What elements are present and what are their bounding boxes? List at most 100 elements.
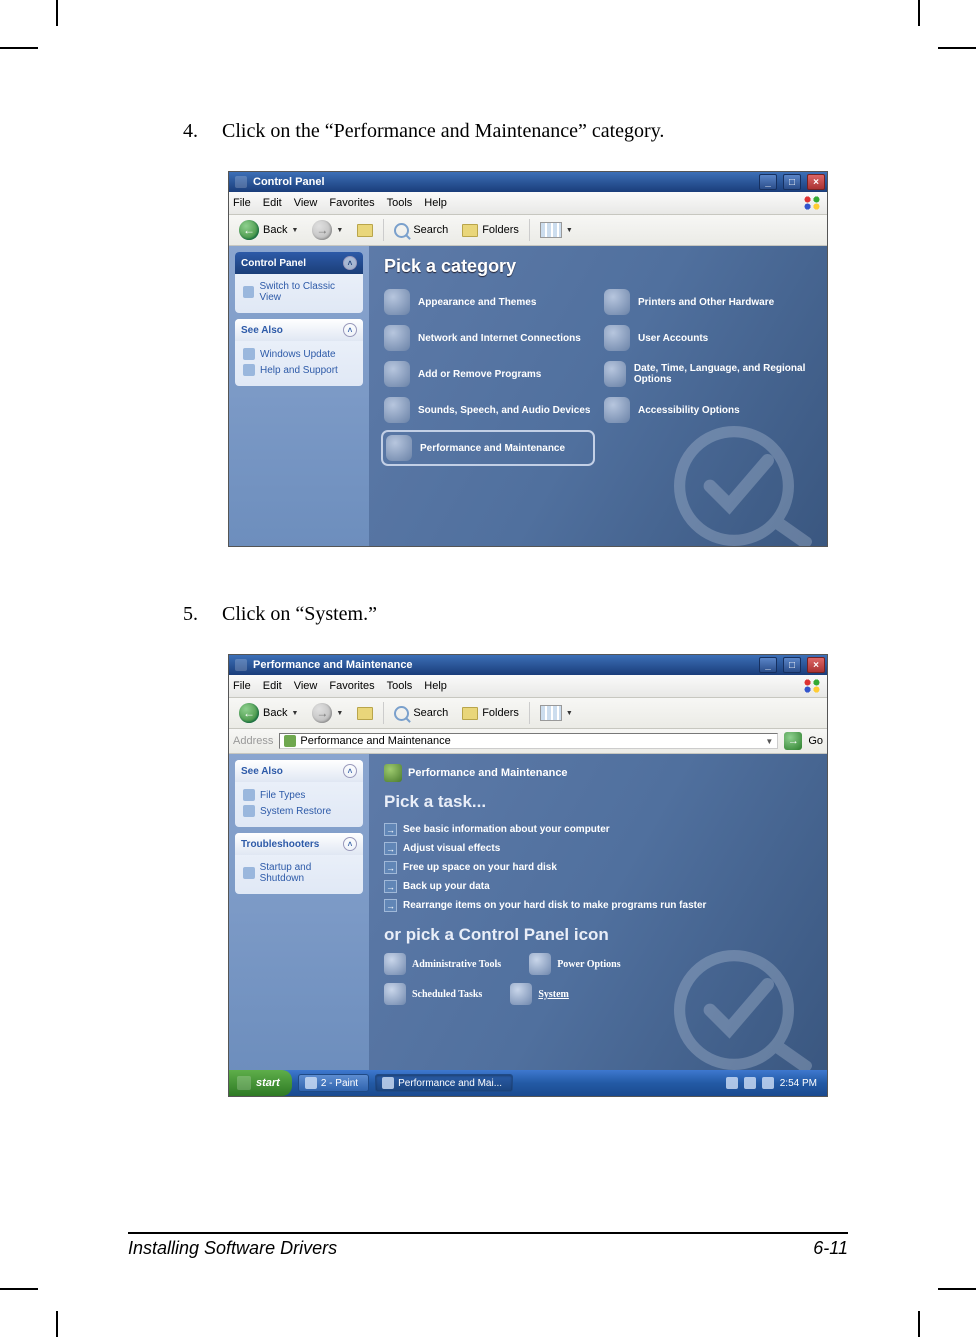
- category-add-remove-programs[interactable]: Add or Remove Programs: [384, 361, 592, 387]
- menu-help[interactable]: Help: [424, 680, 447, 692]
- panel-header[interactable]: Troubleshooters ˄: [235, 833, 363, 855]
- category-network-internet[interactable]: Network and Internet Connections: [384, 325, 592, 351]
- forward-dropdown-icon[interactable]: ▼: [336, 710, 343, 717]
- category-icon: [604, 361, 626, 387]
- content-area: See Also ˄ File Types System Restore: [229, 754, 827, 1070]
- cp-power-options[interactable]: Power Options: [529, 953, 620, 975]
- main-area: Performance and Maintenance Pick a task.…: [369, 754, 827, 1070]
- folders-button[interactable]: Folders: [458, 223, 523, 238]
- address-icon: [284, 735, 296, 747]
- search-button[interactable]: Search: [390, 222, 452, 239]
- up-button[interactable]: [353, 223, 377, 238]
- maximize-button[interactable]: □: [783, 657, 801, 673]
- task-rearrange[interactable]: →Rearrange items on your hard disk to ma…: [384, 896, 812, 915]
- file-types-link[interactable]: File Types: [243, 787, 355, 803]
- menu-help[interactable]: Help: [424, 197, 447, 209]
- back-dropdown-icon[interactable]: ▼: [291, 227, 298, 234]
- tray-icon[interactable]: [726, 1077, 738, 1089]
- menu-favorites[interactable]: Favorites: [329, 197, 374, 209]
- panel-title: Troubleshooters: [241, 839, 319, 850]
- address-label: Address: [233, 735, 273, 747]
- menu-file[interactable]: File: [233, 680, 251, 692]
- menu-view[interactable]: View: [294, 197, 318, 209]
- tray-icon[interactable]: [762, 1077, 774, 1089]
- menu-tools[interactable]: Tools: [387, 197, 413, 209]
- chevron-up-icon[interactable]: ˄: [343, 256, 357, 270]
- up-button[interactable]: [353, 706, 377, 721]
- step-5-num: 5.: [183, 603, 217, 626]
- category-icon: [604, 325, 630, 351]
- start-button[interactable]: start: [229, 1070, 292, 1096]
- views-dropdown-icon[interactable]: ▼: [566, 710, 573, 717]
- banner-icon: [384, 764, 402, 782]
- system-restore-link[interactable]: System Restore: [243, 803, 355, 819]
- separator: [529, 219, 530, 241]
- cp-system[interactable]: System: [510, 983, 569, 1005]
- views-button[interactable]: ▼: [536, 221, 577, 239]
- step-4: 4. Click on the “Performance and Mainten…: [183, 120, 848, 143]
- menu-edit[interactable]: Edit: [263, 197, 282, 209]
- category-printers-hardware[interactable]: Printers and Other Hardware: [604, 289, 812, 315]
- titlebar[interactable]: Performance and Maintenance _ □ ×: [229, 655, 827, 675]
- go-button[interactable]: →: [784, 732, 802, 750]
- menu-edit[interactable]: Edit: [263, 680, 282, 692]
- forward-button[interactable]: → ▼: [308, 219, 347, 241]
- task-free-space[interactable]: →Free up space on your hard disk: [384, 858, 812, 877]
- views-dropdown-icon[interactable]: ▼: [566, 227, 573, 234]
- panel-header[interactable]: See Also ˄: [235, 760, 363, 782]
- folders-button[interactable]: Folders: [458, 706, 523, 721]
- task-label: Back up your data: [403, 881, 490, 892]
- menu-tools[interactable]: Tools: [387, 680, 413, 692]
- minimize-button[interactable]: _: [759, 657, 777, 673]
- switch-label: Switch to Classic View: [259, 281, 355, 303]
- category-user-accounts[interactable]: User Accounts: [604, 325, 812, 351]
- back-button[interactable]: ← Back ▼: [235, 219, 302, 241]
- taskbar-item-paint[interactable]: 2 - Paint: [298, 1074, 369, 1092]
- close-button[interactable]: ×: [807, 657, 825, 673]
- crop-mark: [56, 0, 58, 26]
- panel-header[interactable]: See Also ˄: [235, 319, 363, 341]
- menubar: File Edit View Favorites Tools Help: [229, 192, 827, 215]
- taskbar-item-perf-maint[interactable]: Performance and Mai...: [375, 1074, 513, 1092]
- windows-update-link[interactable]: Windows Update: [243, 346, 355, 362]
- minimize-button[interactable]: _: [759, 174, 777, 190]
- forward-dropdown-icon[interactable]: ▼: [336, 227, 343, 234]
- category-appearance-themes[interactable]: Appearance and Themes: [384, 289, 592, 315]
- chevron-up-icon[interactable]: ˄: [343, 323, 357, 337]
- tray-icon[interactable]: [744, 1077, 756, 1089]
- panel-header[interactable]: Control Panel ˄: [235, 252, 363, 274]
- help-support-link[interactable]: Help and Support: [243, 362, 355, 378]
- chevron-up-icon[interactable]: ˄: [343, 764, 357, 778]
- address-dropdown-icon[interactable]: ▼: [765, 737, 773, 746]
- category-icon: [384, 325, 410, 351]
- back-dropdown-icon[interactable]: ▼: [291, 710, 298, 717]
- arrow-icon: →: [384, 880, 397, 893]
- cp-scheduled-tasks[interactable]: Scheduled Tasks: [384, 983, 482, 1005]
- menu-favorites[interactable]: Favorites: [329, 680, 374, 692]
- search-button[interactable]: Search: [390, 705, 452, 722]
- task-see-basic-info[interactable]: →See basic information about your comput…: [384, 820, 812, 839]
- link-icon: [243, 867, 255, 879]
- back-button[interactable]: ← Back ▼: [235, 702, 302, 724]
- cp-admin-tools[interactable]: Administrative Tools: [384, 953, 501, 975]
- menu-file[interactable]: File: [233, 197, 251, 209]
- task-adjust-visual[interactable]: →Adjust visual effects: [384, 839, 812, 858]
- chevron-up-icon[interactable]: ˄: [343, 837, 357, 851]
- views-button[interactable]: ▼: [536, 704, 577, 722]
- forward-button[interactable]: → ▼: [308, 702, 347, 724]
- link-icon: [243, 364, 255, 376]
- switch-classic-view-link[interactable]: Switch to Classic View: [243, 279, 355, 305]
- up-folder-icon: [357, 224, 373, 237]
- maximize-button[interactable]: □: [783, 174, 801, 190]
- task-backup[interactable]: → Back up your data: [384, 877, 812, 896]
- category-sounds-speech-audio[interactable]: Sounds, Speech, and Audio Devices: [384, 397, 592, 423]
- close-button[interactable]: ×: [807, 174, 825, 190]
- startup-shutdown-link[interactable]: Startup and Shutdown: [243, 860, 355, 886]
- address-field[interactable]: Performance and Maintenance ▼: [279, 733, 778, 749]
- menu-view[interactable]: View: [294, 680, 318, 692]
- category-date-time-regional[interactable]: Date, Time, Language, and Regional Optio…: [604, 361, 812, 387]
- forward-icon: →: [312, 220, 332, 240]
- titlebar[interactable]: Control Panel _ □ ×: [229, 172, 827, 192]
- system-tray[interactable]: 2:54 PM: [726, 1077, 823, 1089]
- category-performance-maintenance[interactable]: Performance and Maintenance: [384, 433, 592, 463]
